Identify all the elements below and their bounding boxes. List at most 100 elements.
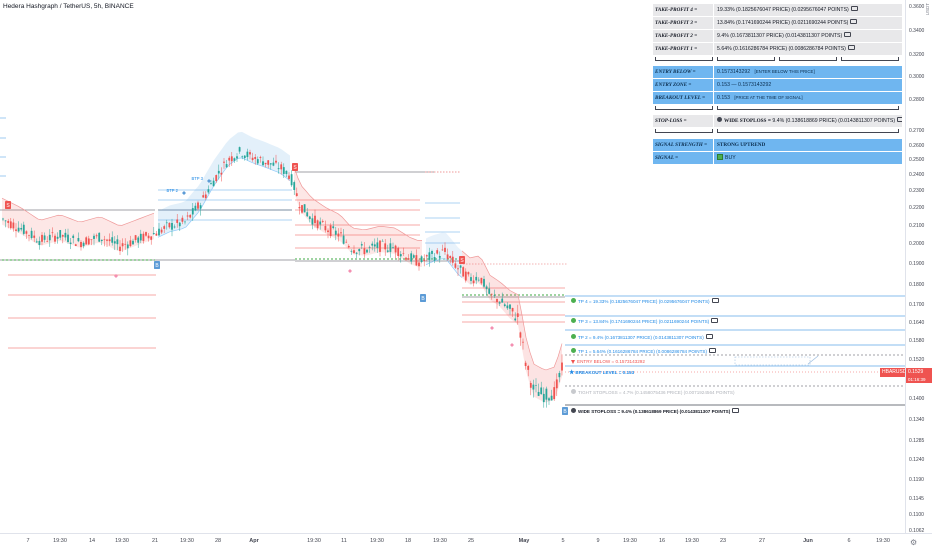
comment-icon[interactable] <box>897 117 902 123</box>
comment-icon[interactable] <box>709 348 717 354</box>
candle-body <box>150 236 153 240</box>
candle-body <box>360 244 363 246</box>
time-tick: 19:30 <box>685 538 699 544</box>
candle-body <box>293 182 296 190</box>
candle-body <box>373 244 376 247</box>
price-tick: 0.1145 <box>909 496 924 502</box>
price-tick: 0.1800 <box>909 282 925 288</box>
candle-body <box>532 384 535 390</box>
comment-icon[interactable] <box>847 45 855 51</box>
candle-body <box>392 247 394 249</box>
candle-body <box>548 398 550 401</box>
time-tick: 25 <box>467 538 475 544</box>
tp4-label: TP 4 = 19.33% (0.1825676047 PRICE) (0.02… <box>571 298 719 305</box>
target-icon <box>571 298 576 304</box>
candle-body <box>80 241 82 248</box>
candle-body <box>145 232 147 236</box>
candle-body <box>327 230 329 233</box>
price-tick: 0.1240 <box>909 457 925 463</box>
candle-body <box>59 230 62 238</box>
candle-body <box>173 226 176 228</box>
downtrend-cloud <box>294 166 422 268</box>
candle-body <box>269 163 272 165</box>
candle-body <box>124 243 127 245</box>
entry-below-label: ENTRY BELOW = 0.1573143292 <box>571 358 645 365</box>
candle-body <box>321 220 324 222</box>
candle-body <box>74 244 77 246</box>
candle-body <box>48 234 51 241</box>
candle-body <box>158 228 160 236</box>
candle-body <box>420 256 423 263</box>
candle-body <box>298 206 301 209</box>
wide-stoploss-label: WIDE STOPLOSS = 9.4% (0.138618869 PRICE)… <box>571 408 740 415</box>
price-tick: 0.2600 <box>909 143 925 149</box>
comment-icon[interactable] <box>732 408 740 414</box>
target-icon <box>571 334 576 340</box>
time-tick: May <box>518 538 530 544</box>
time-tick: Jun <box>803 538 813 544</box>
comment-icon[interactable] <box>711 318 719 324</box>
candle-body <box>285 170 288 174</box>
time-axis[interactable]: 7 19:30 14 19:30 21 19:30 28 Apr 19:30 11 19:30 18 1… <box>0 533 932 550</box>
candle-body <box>241 156 244 158</box>
candle-body <box>228 157 231 161</box>
candle-body <box>379 240 381 252</box>
stop-diamond <box>114 274 118 278</box>
candle-body <box>46 241 49 242</box>
candle-body <box>527 366 530 370</box>
candle-body <box>337 233 340 237</box>
signal-row: SIGNAL = BUY <box>653 152 902 164</box>
time-tick: 19:30 <box>307 538 321 544</box>
symbol-title[interactable]: Hedera Hashgraph / TetherUS, 5h, BINANCE <box>3 3 134 10</box>
candle-body <box>82 242 85 247</box>
candle-body <box>496 298 498 303</box>
price-tick: 0.3000 <box>909 74 925 80</box>
candle-body <box>389 243 392 252</box>
price-scale[interactable]: USDT 0.3600 0.3400 0.3200 0.3000 0.2800 0.270… <box>905 0 932 534</box>
candle-body <box>116 239 119 245</box>
candle-body <box>353 250 355 253</box>
candle-body <box>259 156 262 158</box>
comment-icon[interactable] <box>850 19 858 25</box>
btp-diamond <box>182 191 186 195</box>
tp3-label: TP 3 = 13.84% (0.1741690244 PRICE) (0.02… <box>571 318 719 325</box>
gear-icon[interactable]: ⚙ <box>910 539 918 547</box>
uptrend-cloud <box>426 232 462 278</box>
candle-body <box>464 271 467 281</box>
candle-body <box>100 239 103 242</box>
comment-icon[interactable] <box>705 334 713 340</box>
chart-area[interactable]: S B S B S B BTP 2 BTP 3 Hedera Hashgraph / Teth… <box>0 0 912 533</box>
candle-body <box>184 221 186 223</box>
candle-body <box>236 156 238 159</box>
candle-body <box>475 276 478 281</box>
candle-body <box>176 219 179 223</box>
candle-body <box>132 240 134 245</box>
candle-body <box>347 245 350 248</box>
tp1-label: TP 1 = 5.64% (0.1616286784 PRICE) (0.008… <box>571 348 717 355</box>
candle-body <box>381 240 384 242</box>
candle-body <box>56 236 59 239</box>
candle-body <box>225 164 228 168</box>
candle-body <box>113 241 116 244</box>
candle-body <box>288 175 290 179</box>
candle-body <box>4 220 7 222</box>
candle-body <box>490 293 493 295</box>
comment-icon[interactable] <box>850 6 858 12</box>
candle-body <box>550 395 553 401</box>
candle-body <box>319 221 322 225</box>
candle-body <box>69 242 72 245</box>
time-tick: 27 <box>758 538 766 544</box>
comment-icon[interactable] <box>711 298 719 304</box>
time-tick: 14 <box>88 538 96 544</box>
downtrend-cloud <box>462 250 562 403</box>
candle-body <box>555 379 558 389</box>
candle-body <box>355 252 358 254</box>
price-tick: 0.1190 <box>909 477 924 483</box>
candle-body <box>412 255 415 258</box>
candle-body <box>457 268 459 270</box>
candle-body <box>251 157 254 161</box>
entry-bars <box>653 104 902 113</box>
comment-icon[interactable] <box>844 32 852 38</box>
candle-body <box>9 221 12 229</box>
candle-body <box>233 158 236 161</box>
